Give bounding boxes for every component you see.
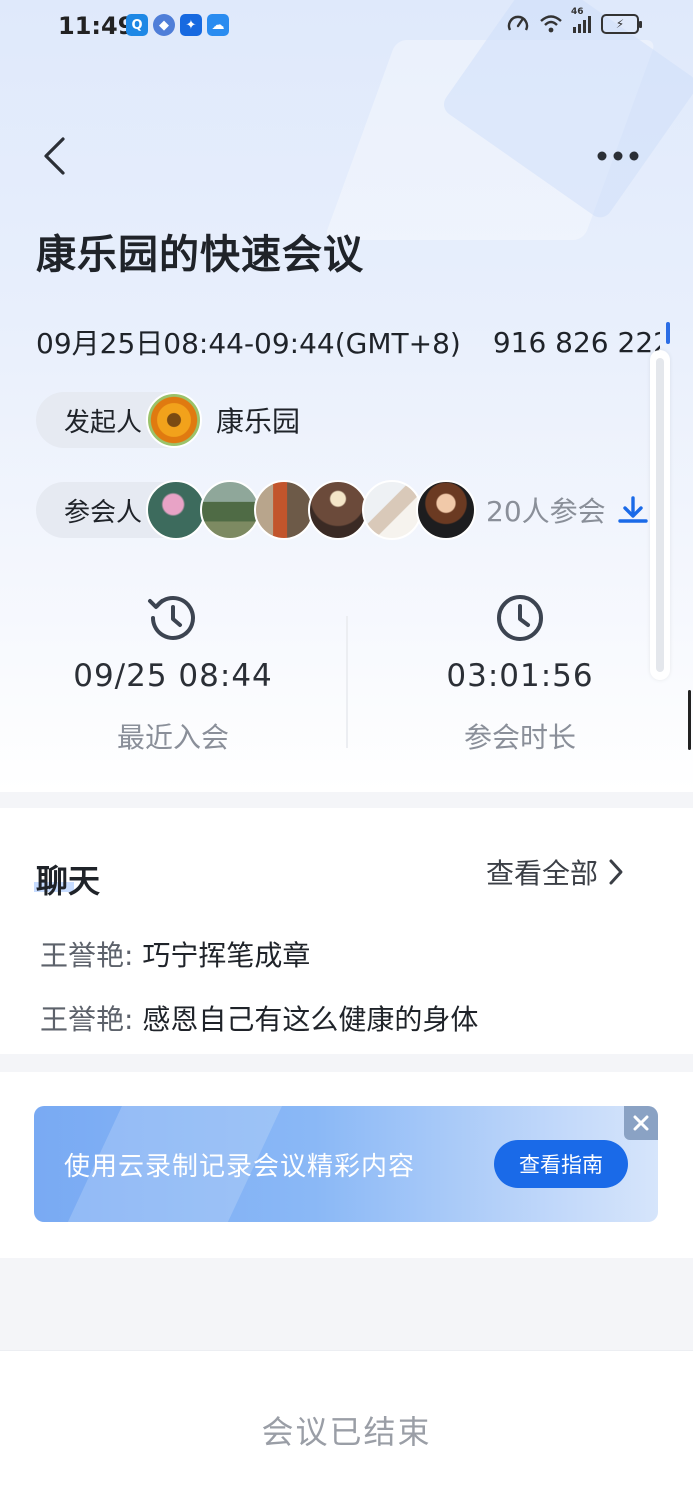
download-icon xyxy=(618,496,648,523)
host-row: 发起人 康乐园 xyxy=(36,392,300,448)
clock-icon xyxy=(497,595,543,641)
browser-app-icon: ◆ xyxy=(153,14,175,36)
last-join-stat: 09/25 08:44 最近入会 xyxy=(33,592,313,756)
bottom-bar: 会议已结束 xyxy=(0,1350,693,1500)
chat-message: 王誉艳: 感恩自己有这么健康的身体 xyxy=(40,998,478,1038)
close-banner-button[interactable] xyxy=(624,1106,658,1140)
host-avatar[interactable] xyxy=(146,392,203,448)
view-all-link[interactable]: 查看全部 xyxy=(486,852,624,892)
meeting-id[interactable]: 916 826 222 xyxy=(493,326,660,359)
chevron-right-icon xyxy=(609,859,623,885)
participant-count: 20人参会 xyxy=(486,495,606,528)
avatar xyxy=(146,480,207,540)
chat-title: 聊天 xyxy=(36,862,101,900)
view-all-label: 查看全部 xyxy=(486,857,599,890)
network-type-label: 46 xyxy=(571,7,584,17)
meeting-time-range: 09月25日08:44-09:44(GMT+8) xyxy=(36,327,461,360)
message-sender: 王誉艳: xyxy=(40,1003,134,1036)
download-button[interactable] xyxy=(614,492,652,530)
system-status-icons: 46 ⚡ xyxy=(507,7,642,34)
edge-indicator xyxy=(688,690,691,750)
back-button[interactable] xyxy=(32,132,76,180)
message-text: 感恩自己有这么健康的身体 xyxy=(142,1003,479,1036)
status-bar: 11:49 Q ◆ ✦ ☁ 46 ⚡ xyxy=(0,0,693,56)
participants-row[interactable]: 参会人 20人参会 xyxy=(36,480,606,540)
cloud-recording-section: 使用云录制记录会议精彩内容 查看指南 xyxy=(0,1072,693,1258)
meeting-title: 康乐园的快速会议 xyxy=(36,232,364,278)
last-join-value: 09/25 08:44 xyxy=(73,658,273,694)
meeting-ended-status: 会议已结束 xyxy=(261,1413,432,1451)
avatar xyxy=(362,480,423,540)
more-horizontal-icon xyxy=(597,151,639,161)
bulb-app-icon: ✦ xyxy=(180,14,202,36)
view-guide-button[interactable]: 查看指南 xyxy=(494,1140,628,1188)
cellular-signal-icon: 46 xyxy=(571,7,591,33)
avatar xyxy=(416,480,477,540)
divider xyxy=(346,616,348,748)
more-button[interactable] xyxy=(590,138,646,174)
chat-message: 王誉艳: 巧宁挥笔成章 xyxy=(40,934,310,974)
chat-section: 聊天 查看全部 王誉艳: 巧宁挥笔成章 王誉艳: 感恩自己有这么健康的身体 xyxy=(0,808,693,1054)
avatar xyxy=(254,480,315,540)
battery-charging-symbol: ⚡ xyxy=(615,17,625,31)
history-clock-icon xyxy=(148,596,195,640)
cloud-recording-banner[interactable]: 使用云录制记录会议精彩内容 查看指南 xyxy=(34,1106,658,1222)
message-text: 巧宁挥笔成章 xyxy=(142,939,311,972)
battery-icon: ⚡ xyxy=(601,14,642,34)
speed-icon xyxy=(507,15,529,31)
chevron-left-icon xyxy=(44,137,65,175)
last-join-label: 最近入会 xyxy=(116,721,229,754)
status-time: 11:49 xyxy=(58,12,135,40)
duration-value: 03:01:56 xyxy=(446,658,594,694)
meeting-info-line: 09月25日08:44-09:44(GMT+8) 916 826 222 xyxy=(36,322,660,362)
message-sender: 王誉艳: xyxy=(40,939,134,972)
weather-app-icon: ☁ xyxy=(207,14,229,36)
wifi-icon xyxy=(540,15,562,33)
close-icon xyxy=(633,1115,649,1131)
meeting-detail-screen: 11:49 Q ◆ ✦ ☁ 46 ⚡ 康乐园的快速会议 09月25日08:44-… xyxy=(0,0,693,1500)
participant-avatars[interactable] xyxy=(146,480,477,540)
avatar xyxy=(308,480,369,540)
avatar xyxy=(200,480,261,540)
host-name: 康乐园 xyxy=(216,405,301,438)
banner-text: 使用云录制记录会议精彩内容 xyxy=(64,1152,416,1182)
duration-stat: 03:01:56 参会时长 xyxy=(380,592,660,756)
notification-icons: Q ◆ ✦ ☁ xyxy=(126,14,229,36)
search-app-icon: Q xyxy=(126,14,148,36)
copy-indicator xyxy=(666,322,670,344)
duration-label: 参会时长 xyxy=(463,721,576,754)
